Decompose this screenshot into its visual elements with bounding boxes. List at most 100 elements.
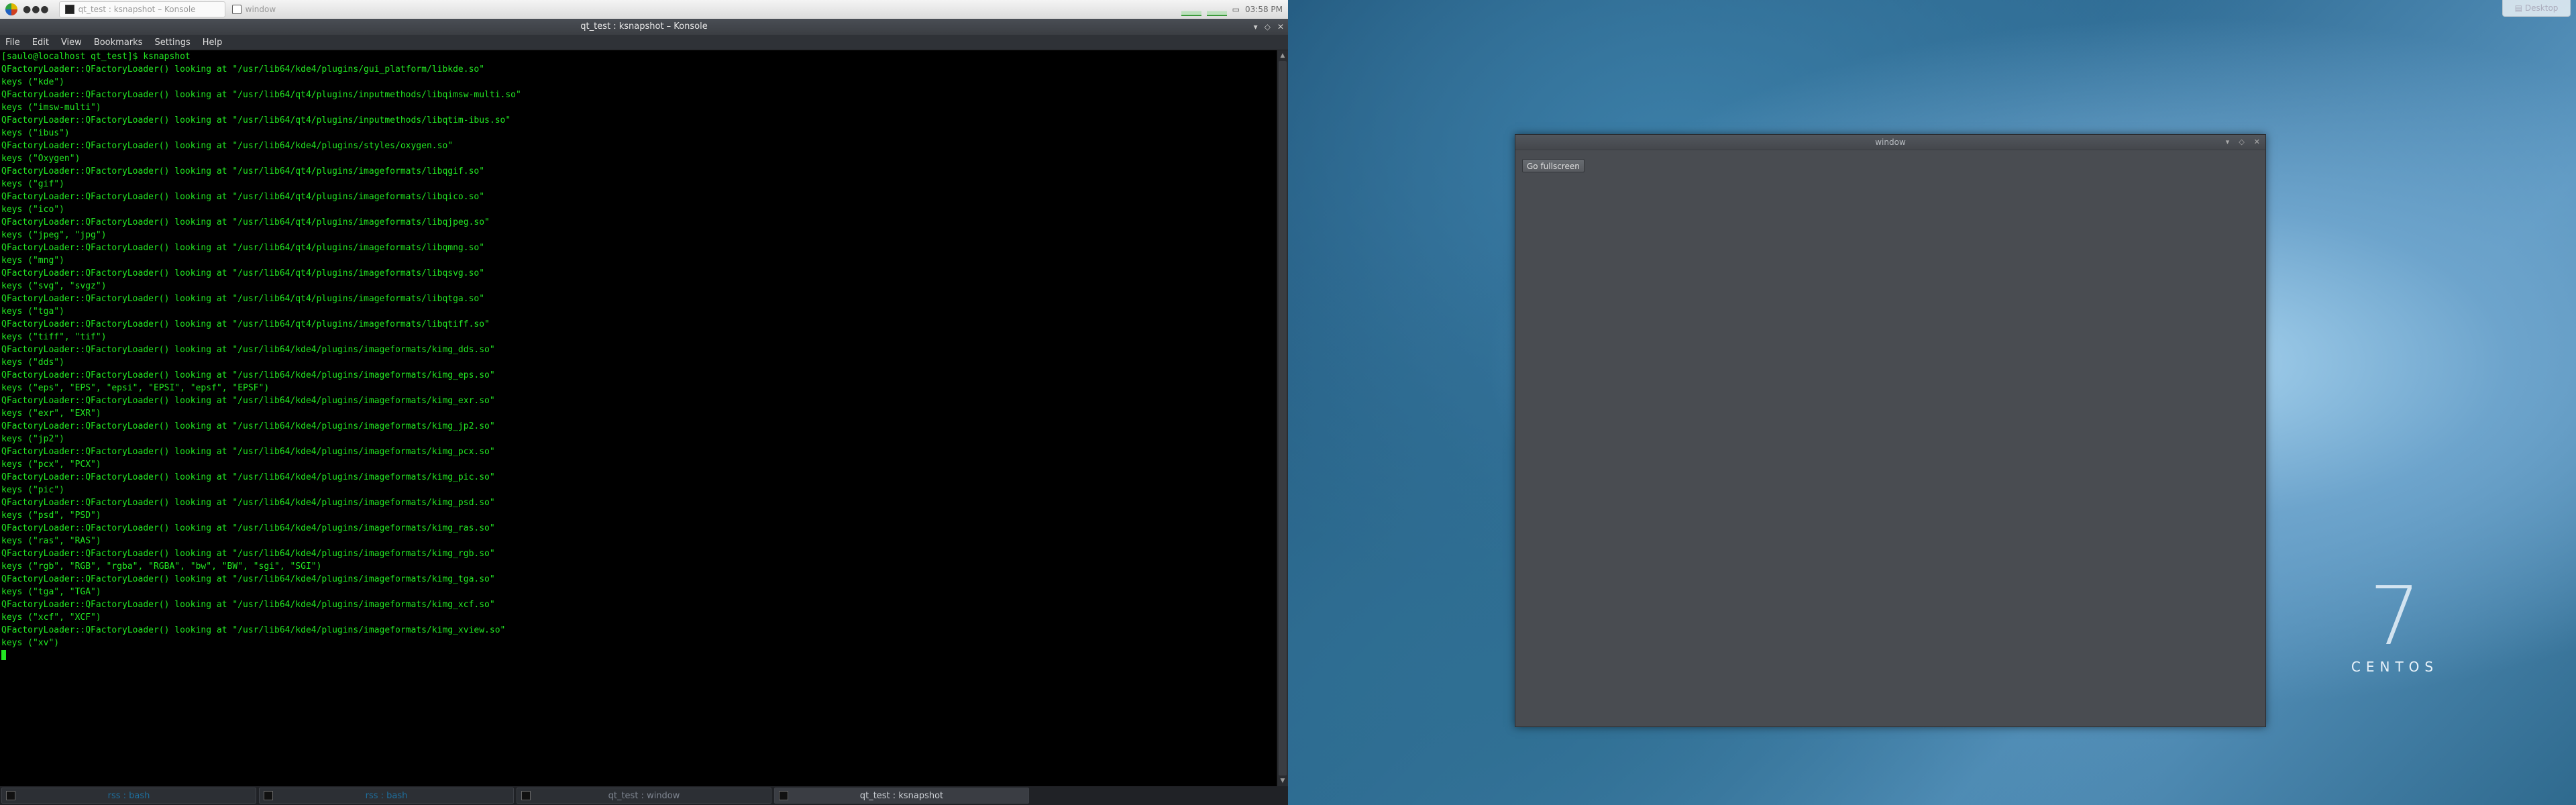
taskbar-item-label: qt_test : ksnapshot	[859, 790, 944, 801]
top-panel: ●●● qt_test : ksnapshot – Konsole window…	[0, 0, 1288, 19]
terminal-line: keys ("exr", "EXR")	[1, 409, 101, 419]
terminal-line: QFactoryLoader::QFactoryLoader() looking…	[1, 64, 485, 74]
go-fullscreen-button[interactable]: Go fullscreen	[1522, 159, 1585, 172]
scroll-down-icon[interactable]: ▼	[1277, 775, 1288, 786]
terminal-line: QFactoryLoader::QFactoryLoader() looking…	[1, 294, 485, 304]
close-icon[interactable]: ✕	[2254, 135, 2260, 150]
clock[interactable]: 03:58 PM	[1245, 5, 1283, 14]
minimize-icon[interactable]: ▾	[2226, 135, 2230, 150]
terminal-line: QFactoryLoader::QFactoryLoader() looking…	[1, 370, 495, 380]
konsole-title: qt_test : ksnapshot – Konsole	[580, 21, 708, 32]
terminal-line: keys ("jpeg", "jpg")	[1, 230, 107, 240]
menu-bookmarks[interactable]: Bookmarks	[94, 38, 143, 48]
terminal-line: keys ("ras", "RAS")	[1, 536, 101, 546]
menu-file[interactable]: File	[5, 38, 20, 48]
desktop-button-label: Desktop	[2524, 3, 2559, 13]
close-icon[interactable]: ✕	[1277, 19, 1284, 35]
panel-task-window[interactable]: window	[231, 5, 276, 14]
window-icon	[231, 5, 241, 14]
terminal-output[interactable]: [saulo@localhost qt_test]$ ksnapshot QFac…	[0, 50, 1277, 786]
terminal-line: keys ("ibus")	[1, 128, 70, 138]
konsole-window: qt_test : ksnapshot – Konsole ▾ ◇ ✕ File…	[0, 19, 1288, 786]
maximize-icon[interactable]: ◇	[1265, 19, 1271, 35]
menu-help[interactable]: Help	[203, 38, 223, 48]
terminal-line: keys ("gif")	[1, 179, 64, 189]
desktop-background: ▤ Desktop window ▾ ◇ ✕ Go fullscreen 7 C…	[1288, 0, 2576, 805]
scrollbar-thumb[interactable]	[1279, 61, 1287, 775]
terminal-line: QFactoryLoader::QFactoryLoader() looking…	[1, 447, 495, 457]
terminal-line: keys ("eps", "EPS", "epsi", "EPSI", "eps…	[1, 383, 270, 393]
terminal-line: keys ("Oxygen")	[1, 154, 80, 164]
taskbar-item-label: rss : bash	[365, 790, 408, 801]
terminal-line: QFactoryLoader::QFactoryLoader() looking…	[1, 141, 453, 151]
taskbar-item-window[interactable]: qt_test : window	[517, 788, 771, 804]
terminal-line: QFactoryLoader::QFactoryLoader() looking…	[1, 421, 495, 431]
menu-view[interactable]: View	[61, 38, 82, 48]
terminal-line: QFactoryLoader::QFactoryLoader() looking…	[1, 243, 485, 253]
terminal-cursor-line	[1, 649, 1277, 662]
panel-task-label: window	[245, 5, 276, 14]
terminal-line: keys ("xv")	[1, 638, 60, 648]
terminal-line: keys ("tga")	[1, 307, 64, 317]
terminal-cursor	[1, 650, 6, 660]
terminal-line: QFactoryLoader::QFactoryLoader() looking…	[1, 319, 490, 329]
terminal-line: QFactoryLoader::QFactoryLoader() looking…	[1, 90, 521, 100]
memory-monitor-icon[interactable]	[1206, 3, 1227, 16]
maximize-icon[interactable]: ◇	[2239, 135, 2244, 150]
terminal-line: QFactoryLoader::QFactoryLoader() looking…	[1, 166, 485, 176]
qt-window: window ▾ ◇ ✕ Go fullscreen	[1515, 134, 2266, 727]
taskbar-item-bash-1[interactable]: rss : bash	[1, 788, 256, 804]
minimize-icon[interactable]: ▾	[1254, 19, 1258, 35]
activities-icon[interactable]: ●●●	[23, 4, 50, 15]
terminal-line: keys ("jp2")	[1, 434, 64, 444]
terminal-line: keys ("psd", "PSD")	[1, 511, 101, 521]
left-screen: ●●● qt_test : ksnapshot – Konsole window…	[0, 0, 1289, 805]
taskbar-item-ksnapshot[interactable]: qt_test : ksnapshot	[774, 788, 1029, 804]
bottom-taskbar: rss : bash rss : bash qt_test : window q…	[0, 786, 1289, 805]
terminal-line: keys ("svg", "svgz")	[1, 281, 107, 291]
taskbar-item-label: rss : bash	[107, 790, 150, 801]
terminal-line: QFactoryLoader::QFactoryLoader() looking…	[1, 396, 495, 406]
terminal-line: keys ("pcx", "PCX")	[1, 460, 101, 470]
terminal-line: keys ("rgb", "RGB", "rgba", "RGBA", "bw"…	[1, 561, 322, 572]
desktop-toolbox-button[interactable]: ▤ Desktop	[2502, 0, 2571, 17]
konsole-icon	[64, 5, 74, 14]
terminal-scrollbar[interactable]: ▲ ▼	[1277, 50, 1288, 786]
qt-window-titlebar[interactable]: window ▾ ◇ ✕	[1515, 135, 2265, 150]
qt-window-title: window	[1875, 138, 1906, 147]
terminal-line: keys ("kde")	[1, 77, 64, 87]
cpu-monitor-icon[interactable]	[1181, 3, 1201, 16]
menu-edit[interactable]: Edit	[32, 38, 49, 48]
taskbar-item-label: qt_test : window	[608, 790, 680, 801]
terminal-line: QFactoryLoader::QFactoryLoader() looking…	[1, 523, 495, 533]
terminal-line: QFactoryLoader::QFactoryLoader() looking…	[1, 115, 511, 125]
terminal-line: keys ("imsw-multi")	[1, 103, 101, 113]
centos-version-number: 7	[2369, 570, 2421, 663]
panel-task-label: qt_test : ksnapshot – Konsole	[78, 5, 196, 14]
menu-settings[interactable]: Settings	[154, 38, 190, 48]
system-tray: ▭ 03:58 PM	[1181, 3, 1288, 16]
taskbar-item-bash-2[interactable]: rss : bash	[259, 788, 514, 804]
terminal-line: keys ("dds")	[1, 358, 64, 368]
kde-menu-icon[interactable]	[5, 3, 17, 15]
battery-icon[interactable]: ▭	[1232, 5, 1240, 14]
terminal-line: QFactoryLoader::QFactoryLoader() looking…	[1, 600, 495, 610]
desktop-icon: ▤	[2514, 3, 2522, 13]
terminal-line: QFactoryLoader::QFactoryLoader() looking…	[1, 574, 495, 584]
terminal-line: keys ("ico")	[1, 205, 64, 215]
konsole-titlebar[interactable]: qt_test : ksnapshot – Konsole ▾ ◇ ✕	[0, 19, 1288, 35]
terminal-line: keys ("pic")	[1, 485, 64, 495]
terminal-line: keys ("tga", "TGA")	[1, 587, 101, 597]
terminal-line: QFactoryLoader::QFactoryLoader() looking…	[1, 625, 506, 635]
terminal-line: QFactoryLoader::QFactoryLoader() looking…	[1, 345, 495, 355]
terminal-line: QFactoryLoader::QFactoryLoader() looking…	[1, 549, 495, 559]
centos-logo: 7 CENTOS	[2348, 570, 2442, 676]
terminal-line: QFactoryLoader::QFactoryLoader() looking…	[1, 472, 495, 482]
konsole-menubar: File Edit View Bookmarks Settings Help	[0, 35, 1288, 50]
terminal-line: keys ("xcf", "XCF")	[1, 612, 101, 623]
terminal-line: QFactoryLoader::QFactoryLoader() looking…	[1, 192, 485, 202]
terminal-line: QFactoryLoader::QFactoryLoader() looking…	[1, 268, 485, 278]
scroll-up-icon[interactable]: ▲	[1277, 50, 1288, 61]
panel-task-konsole[interactable]: qt_test : ksnapshot – Konsole	[58, 1, 225, 17]
terminal-line: QFactoryLoader::QFactoryLoader() looking…	[1, 217, 490, 227]
